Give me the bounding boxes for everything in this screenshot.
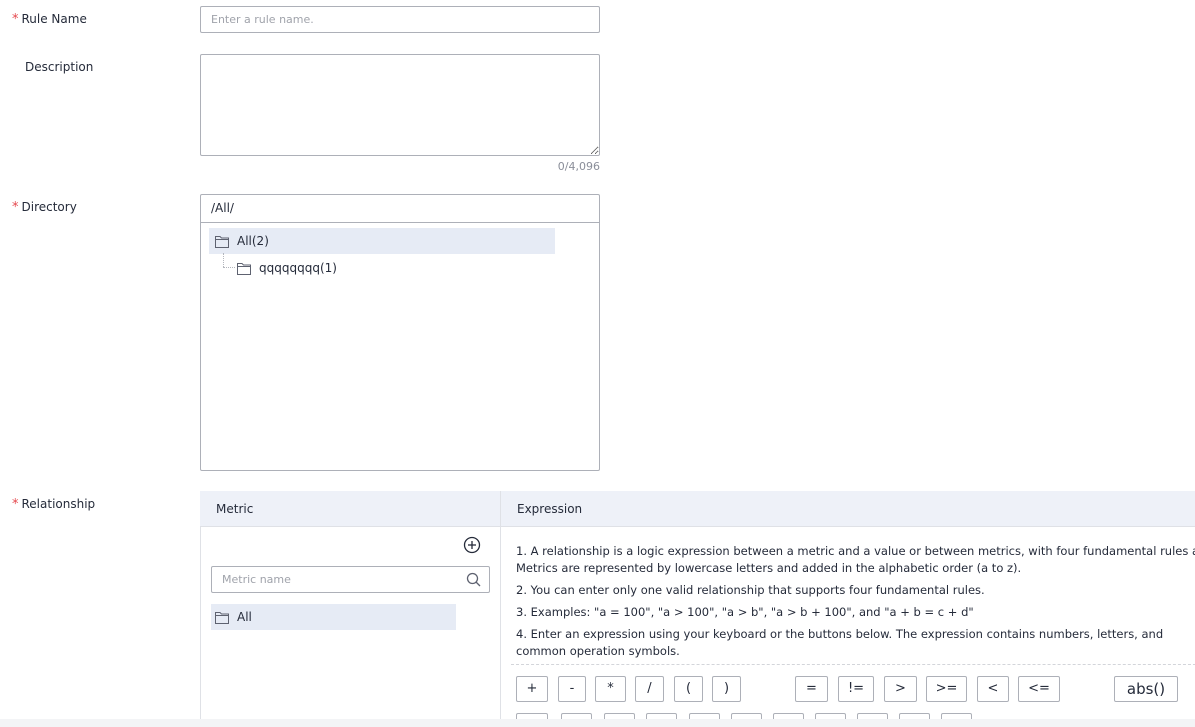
description-char-counter: 0/4,096 xyxy=(557,160,600,173)
directory-tree-select: /All/ All(2) qqqqqqqq(1) xyxy=(200,194,600,471)
expression-instructions: 1. A relationship is a logic expression … xyxy=(516,543,1195,665)
divider xyxy=(511,664,1195,665)
metric-panel: All xyxy=(200,527,501,727)
metric-search-input[interactable] xyxy=(212,567,452,592)
tree-connector xyxy=(223,253,224,267)
bottom-edge xyxy=(0,719,1195,727)
required-asterisk: * xyxy=(12,497,19,512)
operator-button-not-equals[interactable]: != xyxy=(838,676,874,702)
metric-column-header: Metric xyxy=(216,502,254,516)
operator-button-less[interactable]: < xyxy=(977,676,1009,702)
operator-button-less-equal[interactable]: <= xyxy=(1018,676,1060,702)
operator-button-minus[interactable]: - xyxy=(558,676,586,702)
required-asterisk: * xyxy=(12,200,19,215)
operator-button-divide[interactable]: / xyxy=(635,676,664,702)
expression-column-header: Expression xyxy=(517,502,583,516)
tree-node-child[interactable]: qqqqqqqq(1) xyxy=(237,255,337,281)
operator-button-greater[interactable]: > xyxy=(884,676,917,702)
add-metric-icon[interactable] xyxy=(463,536,481,554)
tree-connector xyxy=(223,267,235,268)
operator-button-open-paren[interactable]: ( xyxy=(674,676,703,702)
instruction-line: 3. Examples: "a = 100", "a > 100", "a > … xyxy=(516,605,974,619)
expression-panel: 1. A relationship is a logic expression … xyxy=(501,527,1195,727)
operator-button-greater-equal[interactable]: >= xyxy=(926,676,967,702)
required-asterisk: * xyxy=(12,12,19,27)
instruction-line: 4. Enter an expression using your keyboa… xyxy=(516,627,1164,658)
instruction-line: 2. You can enter only one valid relation… xyxy=(516,583,985,597)
tree-node-all[interactable]: All(2) xyxy=(209,228,555,254)
tree-node-label: All(2) xyxy=(237,234,269,248)
description-textarea[interactable] xyxy=(200,54,600,156)
rule-name-input[interactable] xyxy=(200,6,600,33)
instruction-line: 1. A relationship is a logic expression … xyxy=(516,544,1195,558)
metric-tree-node-all[interactable]: All xyxy=(211,604,456,630)
operator-button-close-paren[interactable]: ) xyxy=(712,676,741,702)
tree-node-label: All xyxy=(237,610,252,624)
folder-icon xyxy=(215,235,229,248)
tree-node-label: qqqqqqqq(1) xyxy=(259,261,337,275)
search-icon[interactable] xyxy=(466,572,481,587)
folder-icon xyxy=(237,262,251,275)
folder-icon xyxy=(215,611,229,624)
relationship-label: * Relationship xyxy=(12,497,96,512)
metric-search-box xyxy=(211,566,490,593)
rule-name-label: * Rule Name xyxy=(12,12,87,27)
description-label: Description xyxy=(25,60,94,74)
directory-path-field[interactable]: /All/ xyxy=(201,195,599,223)
function-button-abs[interactable]: abs() xyxy=(1114,676,1178,702)
operator-button-equals[interactable]: = xyxy=(795,676,828,702)
directory-label: * Directory xyxy=(12,200,77,215)
relationship-table-header: Metric Expression xyxy=(200,491,1195,527)
instruction-line: Metrics are represented by lowercase let… xyxy=(516,561,1022,575)
operator-button-plus[interactable]: + xyxy=(516,676,548,702)
column-divider xyxy=(500,491,501,527)
operator-button-multiply[interactable]: * xyxy=(595,676,626,702)
